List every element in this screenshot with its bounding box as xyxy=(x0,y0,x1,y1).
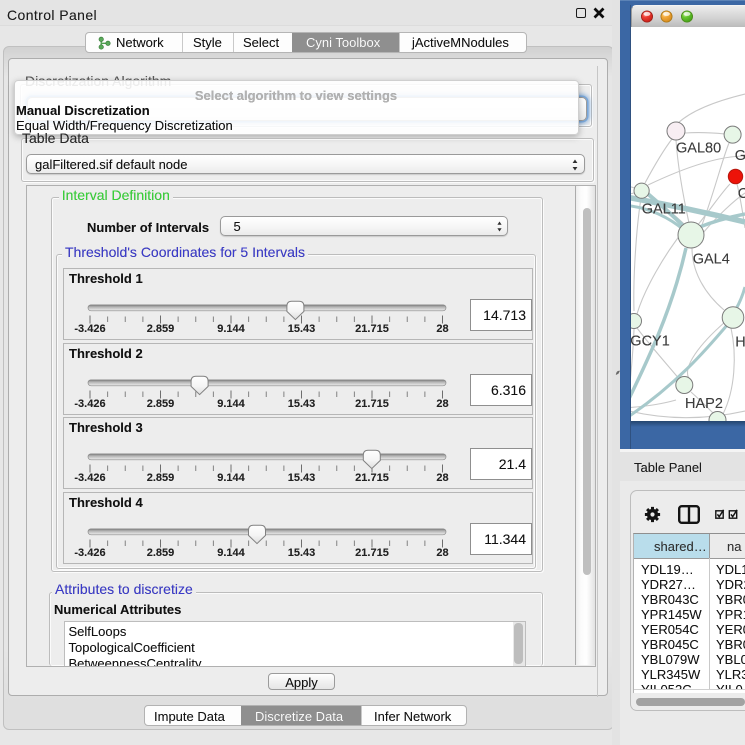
svg-text:GCY1: GCY1 xyxy=(631,334,670,350)
svg-text:G: G xyxy=(735,148,745,164)
svg-text:GAL11: GAL11 xyxy=(642,202,686,218)
svg-text:C: C xyxy=(738,186,745,202)
svg-text:GAL80: GAL80 xyxy=(676,141,721,157)
svg-text:HAP2: HAP2 xyxy=(685,396,723,412)
svg-text:H: H xyxy=(735,335,745,351)
svg-text:GAL4: GAL4 xyxy=(693,252,730,268)
